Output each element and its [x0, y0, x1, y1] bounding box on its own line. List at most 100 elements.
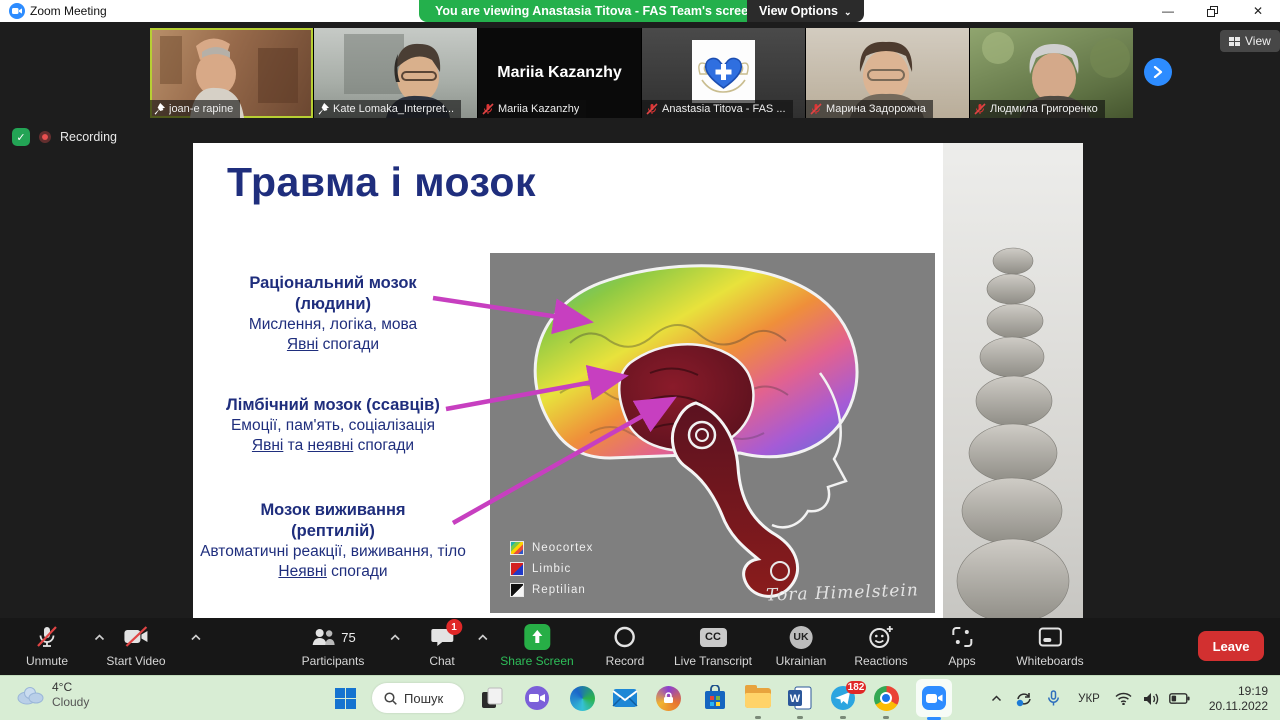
running-indicator — [797, 716, 803, 719]
start-video-button[interactable]: Start Video — [106, 624, 201, 668]
uk-language-icon: UK — [789, 625, 813, 649]
security-shield-icon[interactable]: ✓ — [12, 128, 30, 146]
running-indicator — [840, 716, 846, 719]
search-icon — [384, 691, 397, 705]
participant-tile[interactable]: Марина Задорожна — [806, 28, 969, 118]
file-explorer-icon[interactable] — [744, 684, 772, 712]
chevron-up-icon[interactable] — [94, 634, 105, 641]
battery-icon[interactable] — [1164, 693, 1194, 704]
running-indicator — [755, 716, 761, 719]
legend-neocortex: Neocortex — [510, 541, 593, 555]
language-indicator[interactable]: УКР — [1068, 693, 1110, 705]
avast-browser-icon[interactable] — [654, 684, 682, 712]
apps-icon — [951, 627, 972, 647]
slide-text-block-survival: Мозок виживання (рептилій) Автоматичні р… — [200, 501, 466, 580]
limbic-swatch-icon — [510, 562, 524, 576]
chevron-up-icon[interactable] — [477, 634, 488, 641]
leave-button[interactable]: Leave — [1198, 631, 1264, 661]
wifi-icon[interactable] — [1110, 692, 1137, 705]
mail-app-icon[interactable] — [611, 684, 639, 712]
organization-logo — [692, 40, 755, 103]
muted-mic-icon — [37, 626, 57, 647]
live-transcript-button[interactable]: CC Live Transcript — [674, 624, 752, 668]
participants-count: 75 — [341, 629, 356, 645]
word-app-icon[interactable]: W — [786, 684, 814, 712]
chevron-down-icon: ⌄ — [843, 7, 852, 17]
maximize-button[interactable] — [1190, 0, 1234, 22]
weather-condition: Cloudy — [52, 695, 90, 709]
muted-mic-icon — [646, 103, 658, 115]
view-layout-button[interactable]: View — [1220, 30, 1280, 52]
brain-legend: Neocortex Limbic Reptilian — [510, 541, 593, 597]
unmute-button[interactable]: Unmute — [26, 624, 105, 668]
meet-camera-app-icon[interactable] — [523, 684, 551, 712]
share-screen-icon — [523, 624, 550, 650]
video-off-icon — [124, 626, 147, 647]
reactions-smiley-icon — [869, 626, 893, 648]
clock-date: 20.11.2022 — [1208, 698, 1268, 713]
minimize-button[interactable]: — — [1146, 0, 1190, 22]
participant-tile[interactable]: Anastasia Titova - FAS ... — [642, 28, 805, 118]
speaker-icon[interactable] — [1137, 692, 1164, 706]
zoom-toolbar: Unmute Start Video 75 Participants 1 Cha… — [0, 618, 1280, 675]
title-bar: Zoom Meeting You are viewing Anastasia T… — [0, 0, 1280, 22]
taskbar-search[interactable]: Пошук — [372, 683, 464, 713]
slide-text-block-limbic: Лімбічний мозок (ссавців) Емоції, пам'ят… — [226, 396, 440, 454]
start-button[interactable] — [331, 684, 359, 712]
telegram-badge: 182 — [846, 681, 866, 694]
participant-name-label: joan-e rapine — [150, 100, 241, 118]
participants-icon — [312, 629, 335, 645]
chevron-up-icon[interactable] — [190, 634, 201, 641]
chat-button[interactable]: 1 Chat — [429, 619, 488, 668]
search-label: Пошук — [404, 690, 444, 706]
participant-tile[interactable]: Mariia Kazanzhy Mariia Kazanzhy — [478, 28, 641, 118]
telegram-app-icon[interactable]: 182 — [829, 681, 866, 712]
view-options-button[interactable]: View Options ⌄ — [747, 0, 864, 22]
slide-text-block-rational: Раціональний мозок (людини) Мислення, ло… — [248, 274, 418, 353]
participant-tile[interactable]: Kate Lomaka_Interpret... — [314, 28, 477, 118]
cloud-icon — [17, 687, 44, 705]
pin-icon — [154, 103, 165, 115]
chevron-up-icon[interactable] — [390, 634, 401, 641]
next-participants-button[interactable] — [1144, 58, 1172, 86]
clock-time: 19:19 — [1237, 683, 1268, 698]
recording-indicator: ✓ Recording — [12, 128, 117, 146]
interpretation-button[interactable]: UK Ukrainian — [776, 624, 826, 668]
chrome-browser-icon[interactable] — [872, 684, 900, 712]
task-view-icon[interactable] — [478, 684, 506, 712]
brain-diagram-image: Neocortex Limbic Reptilian Tora Himelste… — [490, 253, 935, 613]
recording-dot-icon — [39, 131, 51, 143]
legend-reptilian: Reptilian — [510, 583, 593, 597]
record-button[interactable]: Record — [606, 624, 644, 668]
close-button[interactable]: ✕ — [1236, 0, 1280, 22]
participant-tile[interactable]: Людмила Григоренко — [970, 28, 1133, 118]
reptilian-swatch-icon — [510, 583, 524, 597]
zen-stones-photo — [943, 143, 1083, 618]
zoom-app-taskbar-icon[interactable] — [920, 684, 948, 712]
participant-name-label: Anastasia Titova - FAS ... — [642, 100, 793, 118]
share-screen-button[interactable]: Share Screen — [500, 624, 574, 668]
tray-microphone-icon[interactable] — [1038, 690, 1068, 707]
muted-mic-icon — [482, 103, 494, 115]
edge-browser-icon[interactable] — [568, 684, 596, 712]
svg-text:W: W — [790, 693, 801, 705]
tray-clock[interactable]: 19:19 20.11.2022 — [1194, 684, 1280, 714]
participant-tile[interactable]: joan-e rapine — [150, 28, 313, 118]
onedrive-sync-icon[interactable] — [1010, 691, 1038, 707]
meeting-main-area: joan-e rapine Kate Lomaka_Interpret... M… — [0, 22, 1280, 618]
participant-name-label: Mariia Kazanzhy — [478, 100, 587, 118]
apps-button[interactable]: Apps — [948, 624, 976, 668]
neocortex-swatch-icon — [510, 541, 524, 555]
legend-limbic: Limbic — [510, 562, 593, 576]
windows-logo-icon — [334, 687, 356, 709]
zoom-app-icon — [9, 3, 25, 19]
zoom-meeting-window: Zoom Meeting You are viewing Anastasia T… — [0, 0, 1280, 720]
taskbar-weather-widget[interactable]: 4°C Cloudy — [14, 680, 89, 710]
reactions-button[interactable]: Reactions — [854, 624, 908, 668]
participant-name-label: Марина Задорожна — [806, 100, 933, 118]
whiteboards-button[interactable]: Whiteboards — [1016, 624, 1084, 668]
participants-button[interactable]: 75 Participants — [302, 624, 400, 668]
video-filmstrip: joan-e rapine Kate Lomaka_Interpret... M… — [150, 28, 1133, 118]
microsoft-store-icon[interactable] — [701, 684, 729, 712]
tray-chevron-up[interactable] — [982, 695, 1010, 702]
